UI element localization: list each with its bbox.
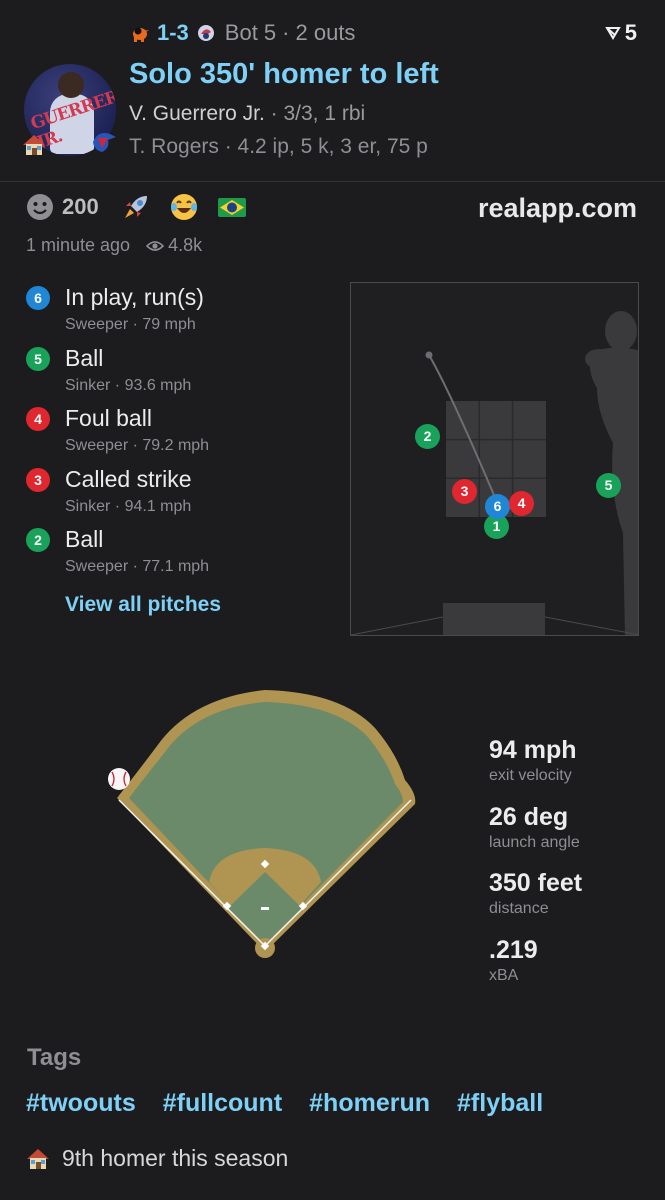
tag-twoouts[interactable]: #twoouts — [26, 1089, 136, 1118]
reaction-count: 200 — [62, 194, 99, 219]
brand-link[interactable]: realapp.com — [478, 193, 637, 224]
pitch-result: Called strike — [65, 465, 192, 492]
baseball-icon — [108, 768, 130, 790]
bluejays-badge-icon — [93, 133, 116, 152]
pitch-result: Ball — [65, 344, 104, 371]
pitch-detail: Sinker · 93.6 mph — [65, 376, 192, 394]
pitch-item[interactable]: 6 In play, run(s) Sweeper · 79 mph — [24, 284, 344, 345]
reactions-row: 200 — [26, 192, 247, 222]
stat-label: launch angle — [489, 833, 580, 851]
pitch-number-badge: 5 — [26, 346, 50, 371]
pitch-number-badge: 6 — [26, 286, 50, 310]
stat-label: distance — [489, 900, 549, 917]
batter-line: V. Guerrero Jr. · 3/3, 1 rbi — [129, 102, 365, 126]
batter-name[interactable]: V. Guerrero Jr. — [129, 102, 265, 125]
stat-label: exit velocity — [489, 767, 572, 784]
bluejays-logo-icon — [197, 25, 214, 41]
batter-stat: 3/3, 1 rbi — [283, 102, 366, 125]
avatar-head — [58, 72, 84, 98]
zone-marker-5[interactable]: 5 — [596, 473, 621, 498]
tags-heading: Tags — [27, 1044, 82, 1071]
separator-dot: · — [270, 102, 284, 125]
timestamp: 1 minute ago — [26, 235, 131, 255]
strike-zone-graphic — [351, 311, 638, 635]
pitch-item[interactable]: 3 Called strike Sinker · 94.1 mph — [24, 466, 344, 527]
distance-stat: 350 feet distance — [489, 869, 649, 936]
exit-velocity-stat: 94 mph exit velocity — [489, 736, 649, 803]
game-score: 1-3 — [157, 20, 189, 45]
pitch-detail: Sinker · 94.1 mph — [65, 497, 192, 515]
stat-value: 94 mph — [489, 736, 577, 764]
inning-label: Bot 5 — [224, 20, 277, 45]
zone-marker-2[interactable]: 2 — [415, 424, 440, 449]
play-headline[interactable]: Solo 350' homer to left — [129, 58, 439, 91]
header-divider — [0, 181, 665, 182]
rocket-icon[interactable] — [121, 192, 151, 222]
xba-stat: .219 xBA — [489, 936, 649, 1003]
pitch-detail: Sweeper · 77.1 mph — [65, 558, 210, 575]
pitch-item[interactable]: 5 Ball Sinker · 93.6 mph — [24, 345, 344, 406]
stat-value: 350 feet — [489, 869, 583, 897]
timestamp-row: 1 minute ago 4.8k — [26, 235, 202, 256]
scoreline: 1-3 Bot 5 · 2 outs — [129, 20, 355, 46]
pitch-number-badge: 2 — [26, 528, 50, 552]
house-icon — [23, 135, 45, 155]
pitch-item[interactable]: 4 Foul ball Sweeper · 79.2 mph — [24, 405, 344, 466]
separator-dot: · — [282, 20, 290, 45]
laugh-cry-icon[interactable] — [169, 192, 199, 222]
pitch-result: Ball — [65, 526, 104, 552]
stat-value: 26 deg — [489, 802, 569, 831]
zone-marker-3[interactable]: 3 — [452, 479, 477, 504]
pitch-number-badge: 3 — [26, 467, 50, 492]
views-count: 4.8k — [146, 235, 202, 256]
strike-zone-panel[interactable]: 2 3 1 6 4 5 — [350, 282, 639, 636]
tag-flyball[interactable]: #flyball — [457, 1089, 543, 1118]
rank-value: 5 — [624, 20, 637, 45]
tag-fullcount[interactable]: #fullcount — [163, 1089, 282, 1118]
views-value: 4.8k — [168, 235, 203, 255]
spray-chart-field[interactable] — [105, 680, 425, 980]
pitch-detail: Sweeper · 79.2 mph — [65, 437, 210, 454]
house-icon — [27, 1148, 49, 1169]
view-all-pitches-link[interactable]: View all pitches — [65, 593, 221, 617]
tags-list: #twoouts #fullcount #homerun #flyball — [26, 1089, 570, 1118]
outs-label: 2 outs — [295, 20, 356, 45]
pitch-number-badge: 4 — [26, 407, 50, 431]
stat-value: .219 — [489, 935, 538, 964]
season-note-text: 9th homer this season — [62, 1145, 289, 1171]
rank-arrow-icon — [604, 27, 621, 40]
stat-label: xBA — [489, 966, 519, 984]
tag-homerun[interactable]: #homerun — [309, 1089, 430, 1118]
pitch-result: Foul ball — [65, 405, 152, 431]
rank-badge[interactable]: 5 — [604, 20, 637, 46]
pitch-item[interactable]: 2 Ball Sweeper · 77.1 mph — [24, 526, 344, 587]
pitch-list: 6 In play, run(s) Sweeper · 79 mph 5 Bal… — [24, 284, 344, 587]
smile-icon[interactable] — [26, 193, 54, 221]
zone-marker-4[interactable]: 4 — [509, 491, 534, 516]
pitch-detail: Sweeper · 79 mph — [65, 316, 196, 333]
hit-stats: 94 mph exit velocity 26 deg launch angle… — [489, 736, 649, 1002]
launch-angle-stat: 26 deg launch angle — [489, 803, 649, 870]
orioles-logo-icon — [133, 27, 149, 42]
pitcher-line: T. Rogers · 4.2 ip, 5 k, 3 er, 75 p — [129, 135, 428, 158]
pitch-result: In play, run(s) — [65, 284, 204, 310]
zone-marker-6[interactable]: 6 — [485, 494, 510, 519]
brazil-flag-icon[interactable] — [217, 192, 247, 222]
play-header: 1-3 Bot 5 · 2 outs 5 GUERRERO JR. Solo 3… — [0, 0, 665, 180]
eye-icon — [146, 240, 165, 251]
season-note: 9th homer this season — [26, 1145, 288, 1172]
